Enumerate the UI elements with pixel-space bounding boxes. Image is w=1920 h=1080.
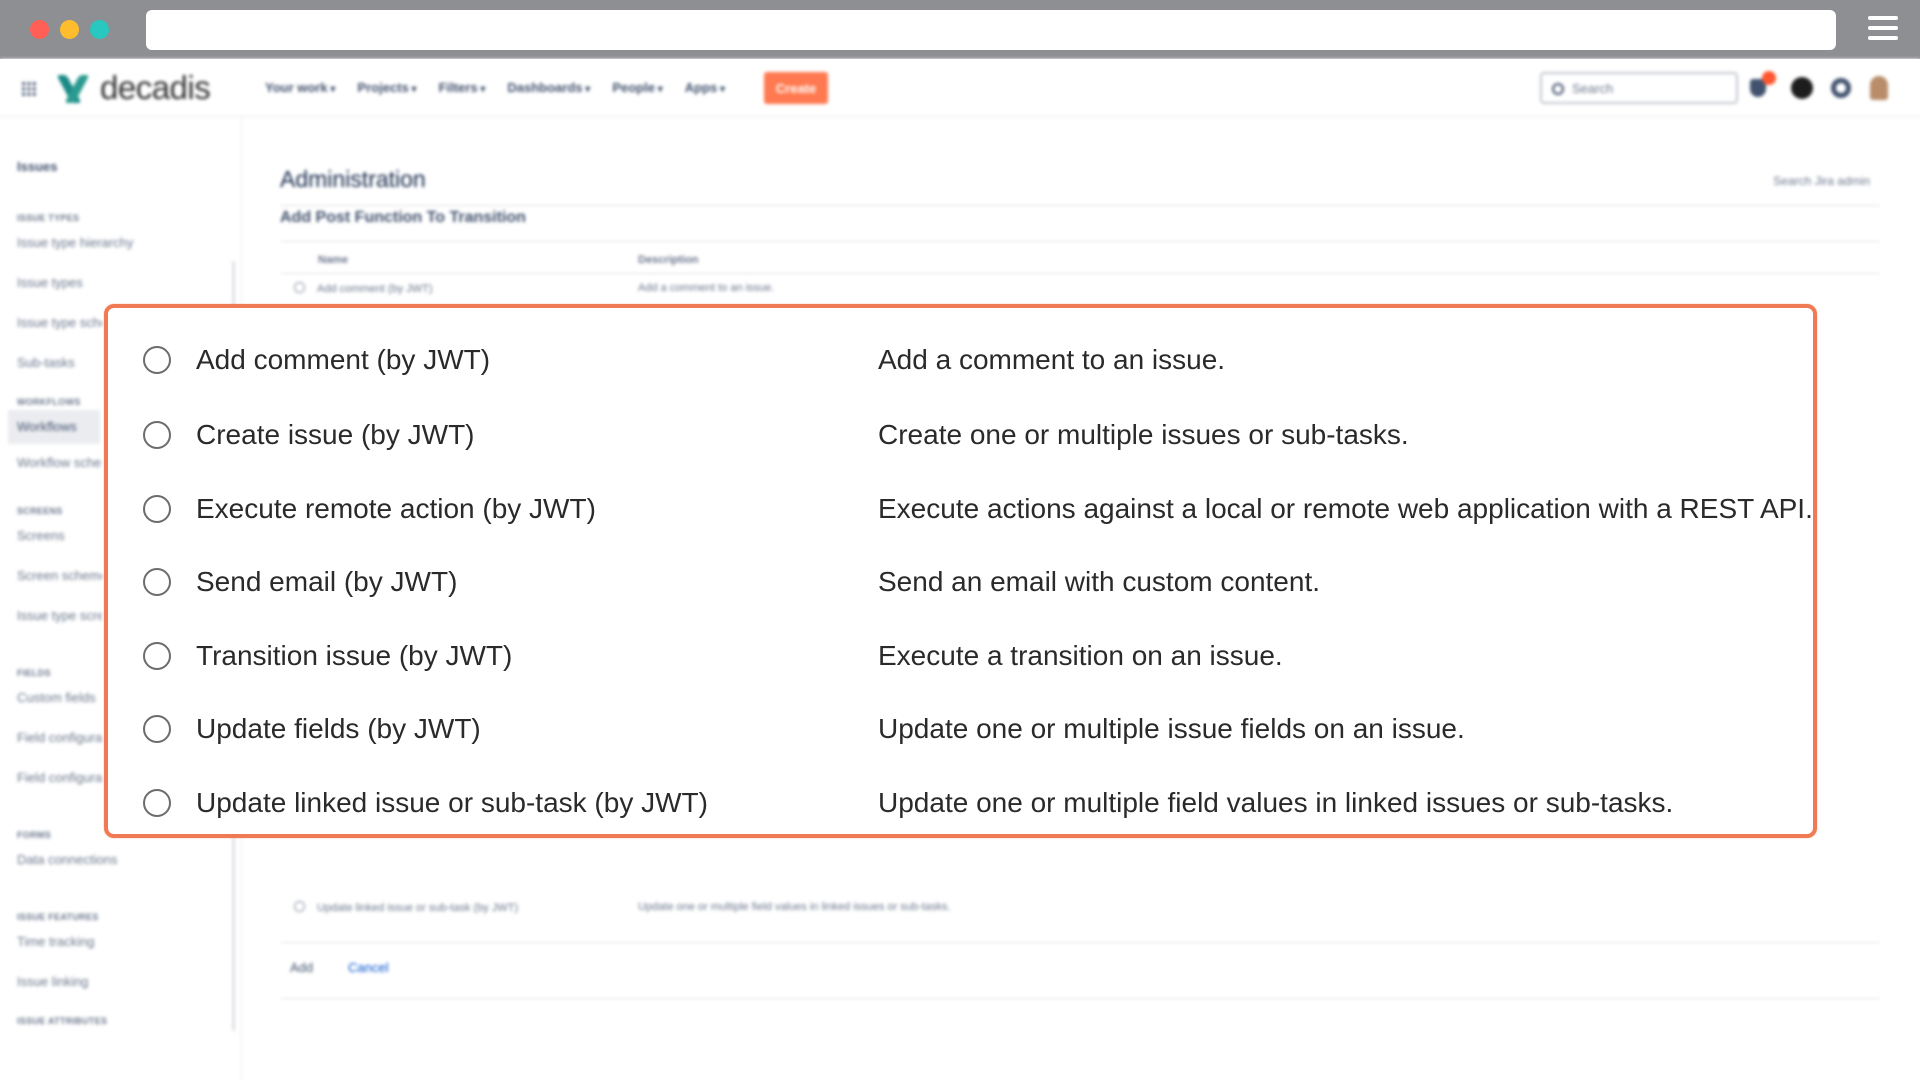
sidebar-heading-fields: FIELDS xyxy=(17,668,51,678)
option-name: Update linked issue or sub-task (by JWT) xyxy=(196,787,708,818)
option-name: Send email (by JWT) xyxy=(196,566,458,597)
nav-people[interactable]: People xyxy=(612,80,662,95)
sidebar-heading-issue-attributes: ISSUE ATTRIBUTES xyxy=(17,1016,108,1026)
option-description: Execute actions against a local or remot… xyxy=(878,493,1813,524)
sidebar-item-workflows[interactable]: Workflows xyxy=(8,410,100,444)
option-description: Add a comment to an issue. xyxy=(878,344,1226,375)
nav-your-work[interactable]: Your work xyxy=(265,80,335,95)
sidebar-item-issue-type-hierarchy[interactable]: Issue type hierarchy xyxy=(17,235,227,250)
option-description: Execute a transition on an issue. xyxy=(878,640,1283,671)
address-bar[interactable] xyxy=(146,10,1836,50)
help-icon[interactable] xyxy=(1791,77,1813,99)
notification-badge xyxy=(1762,71,1776,85)
option-description: Update one or multiple issue fields on a… xyxy=(878,713,1465,744)
column-header-name: Name xyxy=(318,254,348,266)
radio-button[interactable] xyxy=(143,346,171,374)
sidebar-heading-screens: SCREENS xyxy=(17,506,63,516)
nav-filters[interactable]: Filters xyxy=(439,80,486,95)
radio-button[interactable] xyxy=(143,568,171,596)
cancel-link[interactable]: Cancel xyxy=(348,960,388,975)
header-divider xyxy=(280,273,1880,274)
option-description: Create one or multiple issues or sub-tas… xyxy=(878,419,1409,450)
sidebar-heading-issue-features: ISSUE FEATURES xyxy=(17,912,99,922)
option-row[interactable]: Transition issue (by JWT) Execute a tran… xyxy=(108,626,1813,686)
option-name: Execute remote action (by JWT) xyxy=(196,493,596,524)
browser-chrome xyxy=(0,0,1920,59)
option-row[interactable]: Add comment (by JWT) Add a comment to an… xyxy=(108,330,1813,390)
post-function-options-callout: Add comment (by JWT) Add a comment to an… xyxy=(104,304,1817,838)
title-divider xyxy=(280,205,1880,206)
option-row[interactable]: Update fields (by JWT) Update one or mul… xyxy=(108,699,1813,759)
settings-gear-icon[interactable] xyxy=(1831,78,1851,98)
close-window-icon[interactable] xyxy=(30,20,49,39)
section-subtitle: Add Post Function To Transition xyxy=(280,209,526,226)
sidebar-heading-issue-types: ISSUE TYPES xyxy=(17,213,80,223)
option-description: Send an email with custom content. xyxy=(878,566,1321,597)
subtitle-divider xyxy=(280,241,1880,242)
sidebar-item-workflow-schemes[interactable]: Workflow schemes xyxy=(17,455,102,470)
nav-menu: Your work Projects Filters Dashboards Pe… xyxy=(265,80,725,95)
add-button[interactable]: Add xyxy=(290,960,313,975)
decadis-logo-icon xyxy=(56,73,92,103)
sidebar-item-issue-types[interactable]: Issue types xyxy=(17,275,102,290)
option-row[interactable]: Update linked issue or sub-task (by JWT)… xyxy=(108,773,1813,833)
sidebar-item-issue-linking[interactable]: Issue linking xyxy=(17,974,227,989)
background-row-first: Add comment (by JWT) xyxy=(294,282,433,295)
option-row[interactable]: Create issue (by JWT) Create one or mult… xyxy=(108,405,1813,465)
background-row-last-wrap: Update linked issue or sub-task (by JWT) xyxy=(294,901,518,914)
radio-button[interactable] xyxy=(143,642,171,670)
search-input[interactable]: Search xyxy=(1540,72,1738,104)
user-avatar[interactable] xyxy=(1870,76,1888,100)
sidebar-title: Issues xyxy=(17,159,58,174)
option-name: Create issue (by JWT) xyxy=(196,419,475,450)
minimize-window-icon[interactable] xyxy=(60,20,79,39)
option-name: Update fields (by JWT) xyxy=(196,713,481,744)
option-name: Transition issue (by JWT) xyxy=(196,640,513,671)
footer-divider xyxy=(280,998,1880,999)
nav-projects[interactable]: Projects xyxy=(357,80,416,95)
sidebar-item-time-tracking[interactable]: Time tracking xyxy=(17,934,227,949)
option-name: Add comment (by JWT) xyxy=(196,344,491,375)
background-row-first-description: Add a comment to an issue. xyxy=(638,282,775,294)
column-header-description: Description xyxy=(638,254,699,266)
sidebar-item-data-connections[interactable]: Data connections xyxy=(17,852,227,867)
radio-button[interactable] xyxy=(143,789,171,817)
sidebar-item-sub-tasks[interactable]: Sub-tasks xyxy=(17,355,102,370)
hamburger-icon[interactable] xyxy=(1868,16,1898,42)
radio-button[interactable] xyxy=(143,715,171,743)
create-button[interactable]: Create xyxy=(764,72,828,104)
sidebar-item-issue-type-screen-schemes[interactable]: Issue type screen schemes xyxy=(17,608,102,623)
sidebar-heading-forms: FORMS xyxy=(17,830,51,840)
radio-icon[interactable] xyxy=(294,282,305,293)
search-jira-admin-link[interactable]: Search Jira admin xyxy=(1773,174,1870,188)
background-row-last-description: Update one or multiple field values in l… xyxy=(638,901,951,913)
radio-button[interactable] xyxy=(143,421,171,449)
nav-apps[interactable]: Apps xyxy=(685,80,725,95)
sidebar-item-issue-type-schemes[interactable]: Issue type schemes xyxy=(17,315,102,330)
top-navigation: decadis Your work Projects Filters Dashb… xyxy=(0,59,1920,117)
app-switcher-icon[interactable] xyxy=(21,81,37,97)
table-bottom-divider xyxy=(280,942,1880,943)
radio-icon[interactable] xyxy=(294,901,305,912)
sidebar-item-screens[interactable]: Screens xyxy=(17,528,102,543)
option-row[interactable]: Execute remote action (by JWT) Execute a… xyxy=(108,479,1813,539)
sidebar-item-field-configurations[interactable]: Field configurations xyxy=(17,730,102,745)
background-row-name: Add comment (by JWT) xyxy=(317,283,433,295)
sidebar-item-screen-schemes[interactable]: Screen schemes xyxy=(17,568,102,583)
maximize-window-icon[interactable] xyxy=(90,20,109,39)
sidebar-item-custom-fields[interactable]: Custom fields xyxy=(17,690,102,705)
sidebar-heading-workflows: WORKFLOWS xyxy=(17,397,81,407)
sidebar-item-field-configuration-schemes[interactable]: Field configuration schemes xyxy=(17,770,102,785)
background-row-last-name: Update linked issue or sub-task (by JWT) xyxy=(317,902,519,914)
nav-dashboards[interactable]: Dashboards xyxy=(507,80,590,95)
radio-button[interactable] xyxy=(143,495,171,523)
page-title: Administration xyxy=(280,166,426,192)
brand-name: decadis xyxy=(100,69,211,106)
brand-logo[interactable]: decadis xyxy=(56,69,211,106)
option-description: Update one or multiple field values in l… xyxy=(878,787,1674,818)
option-row[interactable]: Send email (by JWT) Send an email with c… xyxy=(108,552,1813,612)
